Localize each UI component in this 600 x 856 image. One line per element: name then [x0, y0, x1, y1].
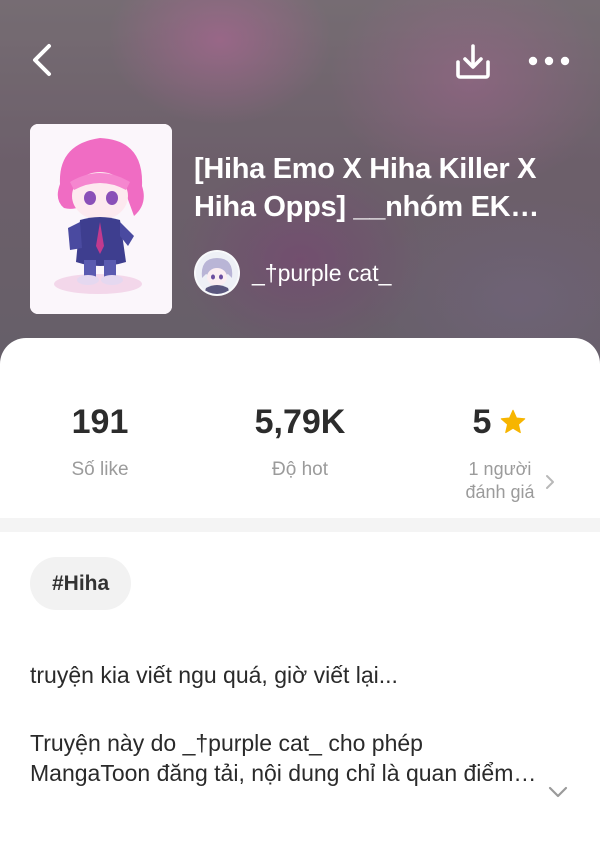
likes-value: 191 — [71, 403, 129, 441]
hot-value: 5,79K — [254, 403, 346, 441]
expand-description-button[interactable] — [544, 778, 572, 806]
description-line-1: truyện kia viết ngu quá, giờ viết lại... — [30, 662, 398, 688]
detail-sheet: 191 Số like 5,79K Độ hot 5 1 người đánh … — [0, 338, 600, 856]
star-icon — [501, 409, 526, 434]
description-line-2: Truyện này do _†purple cat_ cho phép — [30, 730, 423, 756]
likes-label: Số like — [71, 459, 129, 480]
tag-chip[interactable]: #Hiha — [30, 557, 132, 610]
back-icon — [33, 44, 51, 76]
more-button[interactable] — [524, 44, 574, 78]
stat-hot: 5,79K Độ hot — [230, 400, 370, 482]
rating-value: 5 — [472, 403, 492, 441]
rating-label: 1 người đánh giá — [440, 458, 560, 504]
description-line-3: MangaToon đăng tải, nội dung chỉ là quan… — [30, 760, 542, 786]
stats-row: 191 Số like 5,79K Độ hot 5 1 người đánh … — [0, 338, 600, 518]
book-title: [Hiha Emo X Hiha Killer X Hiha Opps] __n… — [194, 153, 539, 223]
cover-illustration — [30, 124, 172, 314]
hot-label: Độ hot — [272, 459, 328, 480]
download-icon — [456, 44, 490, 79]
cover-image[interactable] — [30, 124, 172, 314]
rating-label-line1: 1 người — [468, 459, 532, 479]
author-link[interactable]: _†purple cat_ — [194, 250, 391, 296]
download-button[interactable] — [452, 40, 494, 82]
section-divider — [0, 518, 600, 532]
back-button[interactable] — [22, 40, 62, 80]
avatar — [194, 250, 240, 296]
rating-label-line2: đánh giá — [465, 482, 535, 502]
description: truyện kia viết ngu quá, giờ viết lại...… — [30, 660, 550, 788]
stat-likes: 191 Số like — [40, 400, 160, 482]
author-name: _†purple cat_ — [252, 259, 392, 286]
stat-rating[interactable]: 5 1 người đánh giá — [440, 400, 560, 504]
chevron-right-icon — [546, 475, 554, 489]
avatar-illustration — [196, 252, 238, 294]
more-icon — [528, 56, 570, 66]
chevron-down-icon — [548, 786, 568, 798]
